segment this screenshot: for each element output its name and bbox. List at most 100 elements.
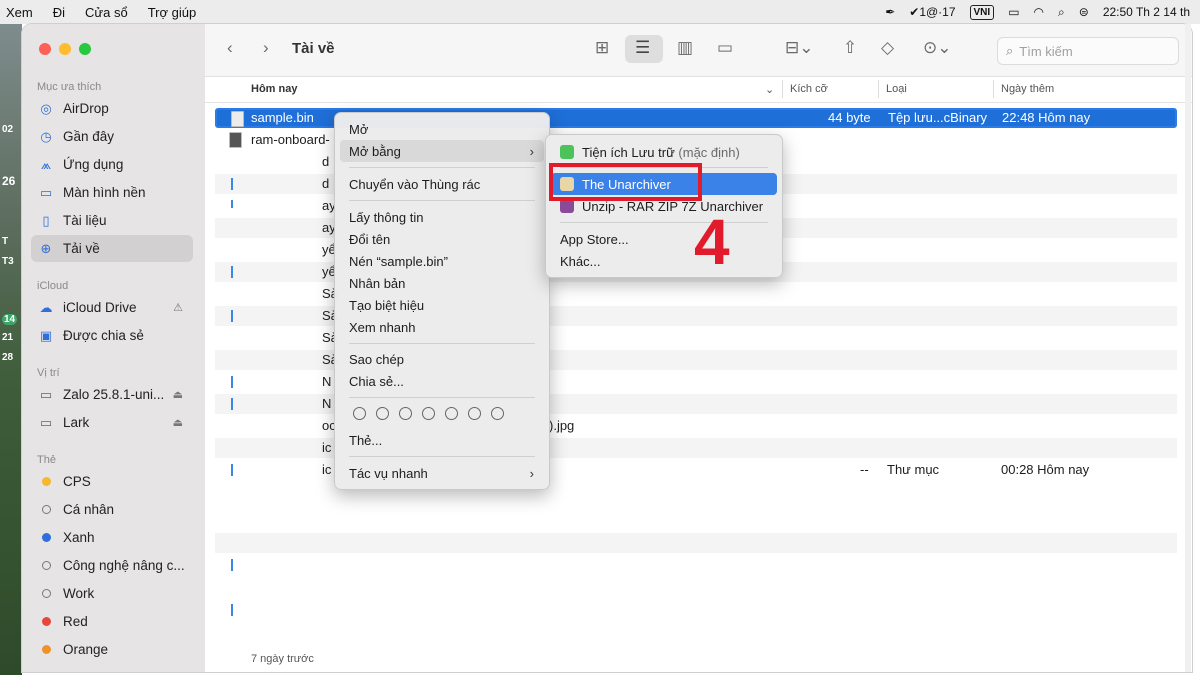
eject-icon[interactable]: ⏏ (173, 388, 183, 401)
table-row[interactable] (215, 533, 1177, 553)
share-icon[interactable]: ⇧ (843, 38, 857, 58)
menu-help[interactable]: Trợ giúp (148, 5, 197, 20)
file-name: sample.bin (251, 110, 314, 125)
search-placeholder: Tìm kiếm (1019, 43, 1073, 59)
file-icon (229, 132, 242, 148)
sidebar-item-lark[interactable]: ▭ Lark ⏏ (31, 409, 193, 436)
tag-circle-icon[interactable] (491, 407, 504, 420)
tag-dot-icon (41, 533, 51, 542)
file-date: 22:48 Hôm nay (1002, 110, 1091, 125)
menu-item-open-with[interactable]: Mở bằng › (340, 140, 544, 162)
column-name[interactable]: Hôm nay (251, 83, 297, 95)
spotlight-icon[interactable]: ⌕ (1058, 5, 1065, 20)
sidebar-item-downloads[interactable]: ⊕ Tải về (31, 235, 193, 262)
icon-view-icon[interactable]: ⊞ (595, 38, 609, 58)
forward-icon[interactable]: › (263, 38, 269, 58)
menu-item-copy[interactable]: Sao chép (340, 348, 544, 370)
close-button[interactable] (39, 43, 51, 55)
column-header: Hôm nay ⌄ Kích cỡ Loại Ngày thêm (205, 76, 1192, 103)
sidebar-section-icloud: iCloud (37, 280, 69, 292)
menu-item-duplicate[interactable]: Nhân bản (340, 272, 544, 294)
table-row[interactable] (215, 600, 1177, 620)
group-icon[interactable]: ⊟⌄ (785, 38, 814, 58)
sidebar-tag-work[interactable]: Work (31, 580, 193, 607)
menu-item-move-to-trash[interactable]: Chuyển vào Thùng rác (340, 173, 544, 195)
menu-item-quick-actions[interactable]: Tác vụ nhanh › (340, 462, 544, 484)
submenu-item-archive-utility[interactable]: Tiện ích Lưu trữ (mặc định) (551, 141, 777, 163)
sidebar-tag-tech[interactable]: Công nghệ nâng c... (31, 552, 193, 579)
tag-circle-icon[interactable] (376, 407, 389, 420)
tag-circle-icon[interactable] (399, 407, 412, 420)
vpn-status[interactable]: ✔1@·17 (909, 5, 955, 19)
disk-icon: ▭ (39, 386, 53, 402)
menu-item-make-alias[interactable]: Tạo biệt hiệu (340, 294, 544, 316)
sidebar-item-airdrop[interactable]: ◎ AirDrop (31, 95, 193, 122)
sidebar-item-icloud-drive[interactable]: ☁ iCloud Drive ⚠ (31, 294, 193, 321)
sidebar-item-recents[interactable]: ◷ Gần đây (31, 123, 193, 150)
sidebar-item-documents[interactable]: ▯ Tài liệu (31, 207, 193, 234)
battery-icon[interactable]: ▭ (1008, 5, 1019, 19)
submenu-item-other[interactable]: Khác... (551, 250, 777, 272)
file-size: 44 byte (828, 110, 871, 125)
sidebar-tag-orange[interactable]: Orange (31, 636, 193, 663)
sort-chevron-icon[interactable]: ⌄ (765, 83, 774, 96)
submenu-item-app-store[interactable]: App Store... (551, 228, 777, 250)
minimize-button[interactable] (59, 43, 71, 55)
apps-icon: ⩕ (40, 156, 52, 172)
document-icon: ▯ (42, 212, 50, 228)
sidebar-item-shared[interactable]: ▣ Được chia sẻ (31, 322, 193, 349)
menu-item-tags[interactable]: Thẻ... (340, 429, 544, 451)
sidebar: Mục ưa thích ◎ AirDrop ◷ Gần đây ⩕ Ứng dụng… (22, 24, 205, 672)
back-icon[interactable]: ‹ (227, 38, 233, 58)
input-method-badge[interactable]: VNI (969, 4, 995, 20)
sidebar-tag-red[interactable]: Red (31, 608, 193, 635)
eject-icon[interactable]: ⏏ (173, 416, 183, 429)
tag-dot-icon (41, 477, 51, 486)
desktop-text: 28 (2, 352, 14, 363)
desktop-text: 21 (2, 332, 14, 343)
menu-item-open[interactable]: Mở (340, 118, 544, 140)
menu-window[interactable]: Cửa sổ (85, 5, 128, 20)
column-kind[interactable]: Loại (886, 83, 907, 95)
tag-circle-icon[interactable] (445, 407, 458, 420)
menu-bar: Xem Đi Cửa sổ Trợ giúp ✒ ✔1@·17 VNI ▭ ◠ … (0, 0, 1200, 24)
cloud-icon: ☁ (39, 299, 53, 315)
tag-circle-icon[interactable] (422, 407, 435, 420)
desktop-text: 02 (2, 124, 14, 135)
column-view-icon[interactable]: ▥ (677, 38, 693, 58)
table-row[interactable] (215, 555, 1177, 575)
sidebar-tag-cps[interactable]: CPS (31, 468, 193, 495)
menubar-clock[interactable]: 22:50 Th 2 14 th (1103, 5, 1190, 19)
step-number: 4 (694, 206, 730, 278)
sidebar-item-zalo[interactable]: ▭ Zalo 25.8.1-uni... ⏏ (31, 381, 193, 408)
clock-icon: ◷ (40, 128, 52, 144)
desktop-text: 26 (2, 174, 16, 188)
menu-item-get-info[interactable]: Lấy thông tin (340, 206, 544, 228)
control-center-icon[interactable]: ⊜ (1079, 5, 1089, 19)
menu-view[interactable]: Xem (6, 5, 33, 20)
tag-circle-icon[interactable] (468, 407, 481, 420)
menu-item-quick-look[interactable]: Xem nhanh (340, 316, 544, 338)
menu-item-compress[interactable]: Nén “sample.bin” (340, 250, 544, 272)
zoom-button[interactable] (79, 43, 91, 55)
list-view-icon: ☰ (635, 38, 651, 57)
wifi-icon[interactable]: ◠ (1034, 5, 1044, 19)
more-actions-icon[interactable]: ⊙⌄ (923, 38, 952, 58)
menu-item-rename[interactable]: Đổi tên (340, 228, 544, 250)
search-field[interactable]: ⌕ Tìm kiếm (997, 37, 1179, 65)
menu-item-share[interactable]: Chia sẻ... (340, 370, 544, 392)
column-size[interactable]: Kích cỡ (790, 83, 828, 95)
menu-go[interactable]: Đi (53, 5, 65, 20)
sidebar-item-desktop[interactable]: ▭ Màn hình nền (31, 179, 193, 206)
column-date[interactable]: Ngày thêm (1001, 83, 1054, 95)
file-name: ram-onboard- (251, 132, 330, 147)
sidebar-tag-blue[interactable]: Xanh (31, 524, 193, 551)
sidebar-tag-personal[interactable]: Cá nhân (31, 496, 193, 523)
quill-icon[interactable]: ✒ (885, 5, 895, 19)
sidebar-item-applications[interactable]: ⩕ Ứng dụng (31, 151, 193, 178)
tag-dot-icon (41, 505, 51, 514)
gallery-view-icon[interactable]: ▭ (717, 38, 733, 58)
tag-icon[interactable]: ◇ (881, 38, 894, 58)
tag-circle-icon[interactable] (353, 407, 366, 420)
scrollbar-track[interactable] (1185, 24, 1191, 672)
